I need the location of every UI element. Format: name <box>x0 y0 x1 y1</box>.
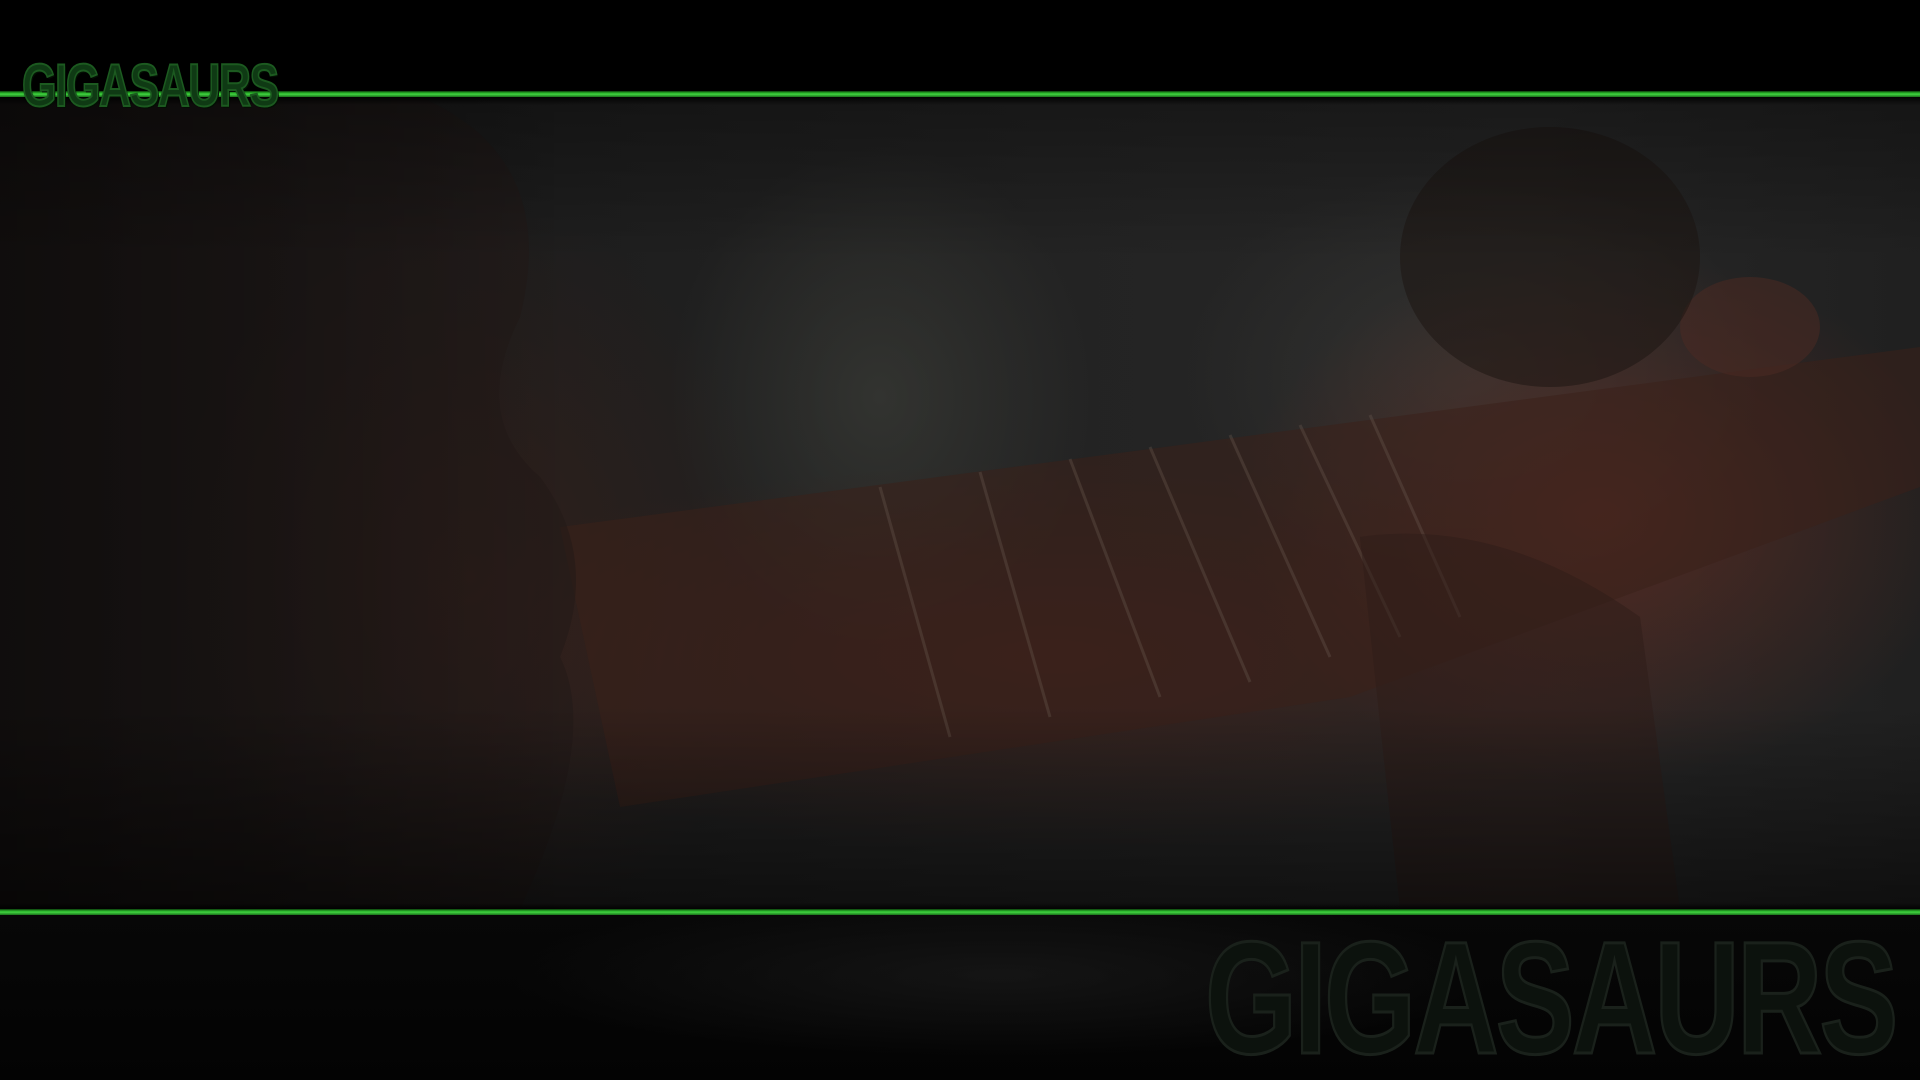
brand-watermark: GIGASAURS <box>1204 908 1900 1080</box>
band-photo <box>0 97 1920 909</box>
brand-logo: GIGASAURS <box>21 52 280 119</box>
top-band <box>0 0 1920 92</box>
photo-vignette <box>0 97 1920 909</box>
top-rule-shadow <box>0 97 1920 105</box>
wallpaper-canvas: GIGASAURS GIGASAURS <box>0 0 1920 1080</box>
